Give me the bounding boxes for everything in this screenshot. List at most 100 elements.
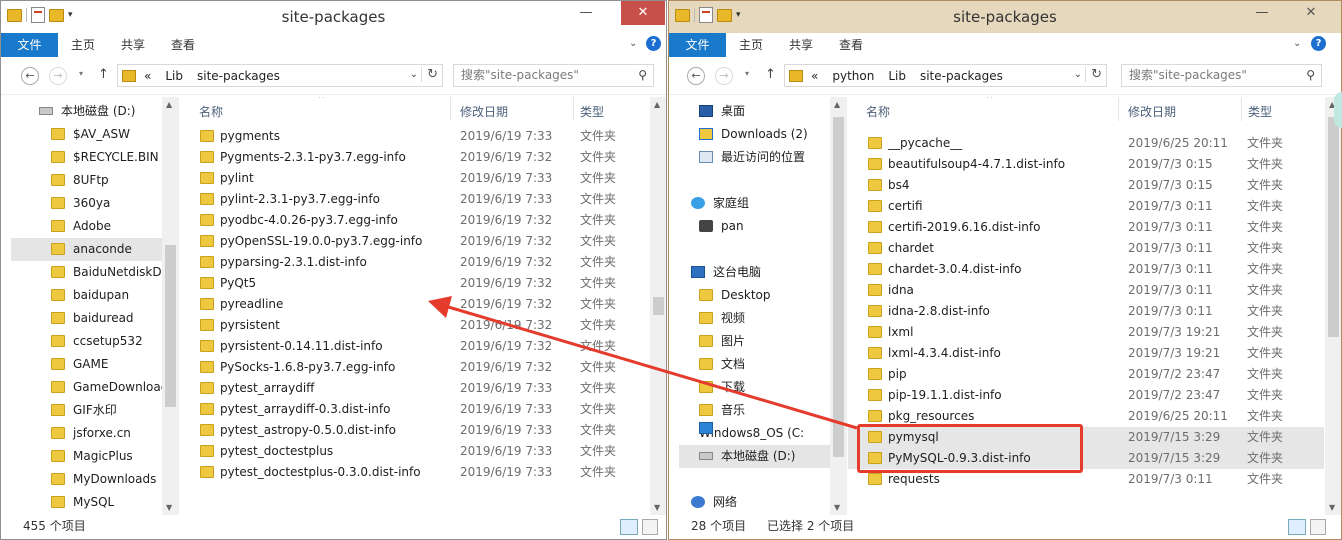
file-row[interactable]: certifi-2019.6.16.dist-info 2019/7/3 0:11… xyxy=(848,217,1324,238)
minimize-button[interactable]: — xyxy=(1247,1,1277,25)
file-row[interactable]: idna 2019/7/3 0:11 文件夹 xyxy=(848,280,1324,301)
tab-share[interactable]: 共享 xyxy=(108,33,158,57)
tree-item[interactable]: 本地磁盘 (D:) xyxy=(679,445,831,468)
tree-item[interactable]: jsforxe.cn xyxy=(11,422,163,445)
tree-item[interactable]: 360ya xyxy=(11,192,163,215)
tree-item[interactable]: MagicPlus xyxy=(11,445,163,468)
minimize-button[interactable]: — xyxy=(571,1,601,25)
up-arrow-icon[interactable]: ↑ xyxy=(98,67,109,82)
file-row[interactable]: pyrsistent-0.14.11.dist-info 2019/6/19 7:… xyxy=(180,336,649,357)
close-button[interactable]: ✕ xyxy=(1289,1,1333,25)
file-row[interactable]: certifi 2019/7/3 0:11 文件夹 xyxy=(848,196,1324,217)
file-row[interactable]: pyodbc-4.0.26-py3.7.egg-info 2019/6/19 7:… xyxy=(180,210,649,231)
large-icons-view-icon[interactable] xyxy=(1310,519,1326,535)
edge-widget[interactable] xyxy=(1334,92,1342,128)
file-row[interactable]: PyQt5 2019/6/19 7:32 文件夹 xyxy=(180,273,649,294)
scrollbar-thumb[interactable] xyxy=(833,117,844,457)
scrollbar-thumb[interactable] xyxy=(165,245,176,407)
back-button[interactable]: ← xyxy=(687,67,705,85)
tree-item[interactable]: anaconde xyxy=(11,238,163,261)
up-arrow-icon[interactable]: ↑ xyxy=(765,67,776,82)
tab-home[interactable]: 主页 xyxy=(726,33,776,57)
close-button[interactable]: ✕ xyxy=(621,1,665,25)
tree-item[interactable]: 文档 xyxy=(679,353,831,376)
file-row[interactable]: chardet 2019/7/3 0:11 文件夹 xyxy=(848,238,1324,259)
expand-ribbon-icon[interactable]: ⌄ xyxy=(1293,38,1301,49)
tree-item[interactable]: GAME xyxy=(11,353,163,376)
tab-file[interactable]: 文件 xyxy=(669,33,726,57)
breadcrumb-overflow[interactable]: « xyxy=(144,69,151,83)
tree-item[interactable]: 图片 xyxy=(679,330,831,353)
tree-item[interactable]: Desktop xyxy=(679,284,831,307)
file-row[interactable]: beautifulsoup4-4.7.1.dist-info 2019/7/3 0… xyxy=(848,154,1324,175)
tree-item[interactable]: baiduread xyxy=(11,307,163,330)
tab-view[interactable]: 查看 xyxy=(826,33,876,57)
search-icon[interactable]: ⚲ xyxy=(638,65,647,86)
search-input[interactable]: 搜索"site-packages" ⚲ xyxy=(1121,64,1322,87)
tree-item[interactable]: Downloads (2) xyxy=(679,123,831,146)
tree-item[interactable]: MyDownloads xyxy=(11,468,163,491)
file-row[interactable]: pytest_arraydiff 2019/6/19 7:33 文件夹 xyxy=(180,378,649,399)
forward-button[interactable]: → xyxy=(49,67,67,85)
address-dropdown-icon[interactable]: ⌄ xyxy=(1074,69,1082,80)
file-row[interactable]: bs4 2019/7/3 0:15 文件夹 xyxy=(848,175,1324,196)
tree-item[interactable]: 视频 xyxy=(679,307,831,330)
tree-item[interactable]: ccsetup532 xyxy=(11,330,163,353)
tree-item[interactable]: 音乐 xyxy=(679,399,831,422)
tree-item[interactable]: 桌面 xyxy=(679,100,831,123)
tree-item[interactable]: 这台电脑 xyxy=(679,261,831,284)
file-row[interactable]: pyparsing-2.3.1.dist-info 2019/6/19 7:32 文… xyxy=(180,252,649,273)
file-row[interactable]: __pycache__ 2019/6/25 20:11 文件夹 xyxy=(848,133,1324,154)
tree-item[interactable]: 本地磁盘 (D:) xyxy=(11,100,163,123)
refresh-icon[interactable]: ↻ xyxy=(1085,67,1102,82)
search-icon[interactable]: ⚲ xyxy=(1306,65,1315,86)
breadcrumb-lib[interactable]: Lib xyxy=(165,69,183,83)
column-type[interactable]: 类型 xyxy=(580,103,604,120)
tree-item[interactable]: 网络 xyxy=(679,491,831,514)
column-name[interactable]: 名称 xyxy=(199,103,223,120)
file-row[interactable]: pyrsistent 2019/6/19 7:32 文件夹 xyxy=(180,315,649,336)
breadcrumb-overflow[interactable]: « xyxy=(811,69,818,83)
breadcrumb-python[interactable]: python xyxy=(832,69,874,83)
file-row[interactable]: pylint-2.3.1-py3.7.egg-info 2019/6/19 7:3… xyxy=(180,189,649,210)
tree-item[interactable]: BaiduNetdiskDo xyxy=(11,261,169,284)
column-date[interactable]: 修改日期 xyxy=(460,103,508,120)
tab-share[interactable]: 共享 xyxy=(776,33,826,57)
file-row[interactable]: lxml-4.3.4.dist-info 2019/7/3 19:21 文件夹 xyxy=(848,343,1324,364)
column-name[interactable]: 名称 xyxy=(866,103,890,120)
tree-item[interactable]: 最近访问的位置 xyxy=(679,146,831,169)
tab-file[interactable]: 文件 xyxy=(1,33,58,57)
details-view-icon[interactable] xyxy=(1288,519,1306,535)
address-dropdown-icon[interactable]: ⌄ xyxy=(410,69,418,80)
file-row[interactable]: pyOpenSSL-19.0.0-py3.7.egg-info 2019/6/19… xyxy=(180,231,649,252)
tree-item[interactable]: Adobe xyxy=(11,215,163,238)
help-icon[interactable]: ? xyxy=(646,36,661,51)
refresh-icon[interactable]: ↻ xyxy=(421,67,438,82)
tree-item[interactable]: pan xyxy=(679,215,831,238)
file-row[interactable]: pip-19.1.1.dist-info 2019/7/2 23:47 文件夹 xyxy=(848,385,1324,406)
tree-item[interactable]: GIF水印 xyxy=(11,399,163,422)
details-view-icon[interactable] xyxy=(620,519,638,535)
tree-scrollbar[interactable]: ▲ ▼ xyxy=(830,97,846,515)
tree-item[interactable]: $RECYCLE.BIN xyxy=(11,146,163,169)
tree-item[interactable]: $AV_ASW xyxy=(11,123,163,146)
breadcrumb-lib[interactable]: Lib xyxy=(888,69,906,83)
forward-button[interactable]: → xyxy=(715,67,733,85)
file-row[interactable]: chardet-3.0.4.dist-info 2019/7/3 0:11 文件夹 xyxy=(848,259,1324,280)
file-row[interactable]: idna-2.8.dist-info 2019/7/3 0:11 文件夹 xyxy=(848,301,1324,322)
tree-item[interactable]: 家庭组 xyxy=(679,192,831,215)
title-bar[interactable]: ▾ site-packages — ✕ xyxy=(1,1,666,33)
expand-ribbon-icon[interactable]: ⌄ xyxy=(629,38,637,49)
large-icons-view-icon[interactable] xyxy=(642,519,658,535)
address-bar[interactable]: « Lib site-packages ⌄ ↻ xyxy=(117,64,443,87)
title-bar[interactable]: ▾ site-packages — ✕ xyxy=(669,1,1341,33)
tree-item[interactable]: 下载 xyxy=(679,376,831,399)
file-row[interactable]: pytest_doctestplus-0.3.0.dist-info 2019/6… xyxy=(180,462,649,483)
tab-home[interactable]: 主页 xyxy=(58,33,108,57)
recent-locations-icon[interactable]: ▾ xyxy=(79,69,83,78)
file-row[interactable]: pylint 2019/6/19 7:33 文件夹 xyxy=(180,168,649,189)
file-row[interactable]: lxml 2019/7/3 19:21 文件夹 xyxy=(848,322,1324,343)
search-input[interactable]: 搜索"site-packages" ⚲ xyxy=(453,64,654,87)
column-type[interactable]: 类型 xyxy=(1248,103,1272,120)
file-row[interactable]: pygments 2019/6/19 7:33 文件夹 xyxy=(180,126,649,147)
